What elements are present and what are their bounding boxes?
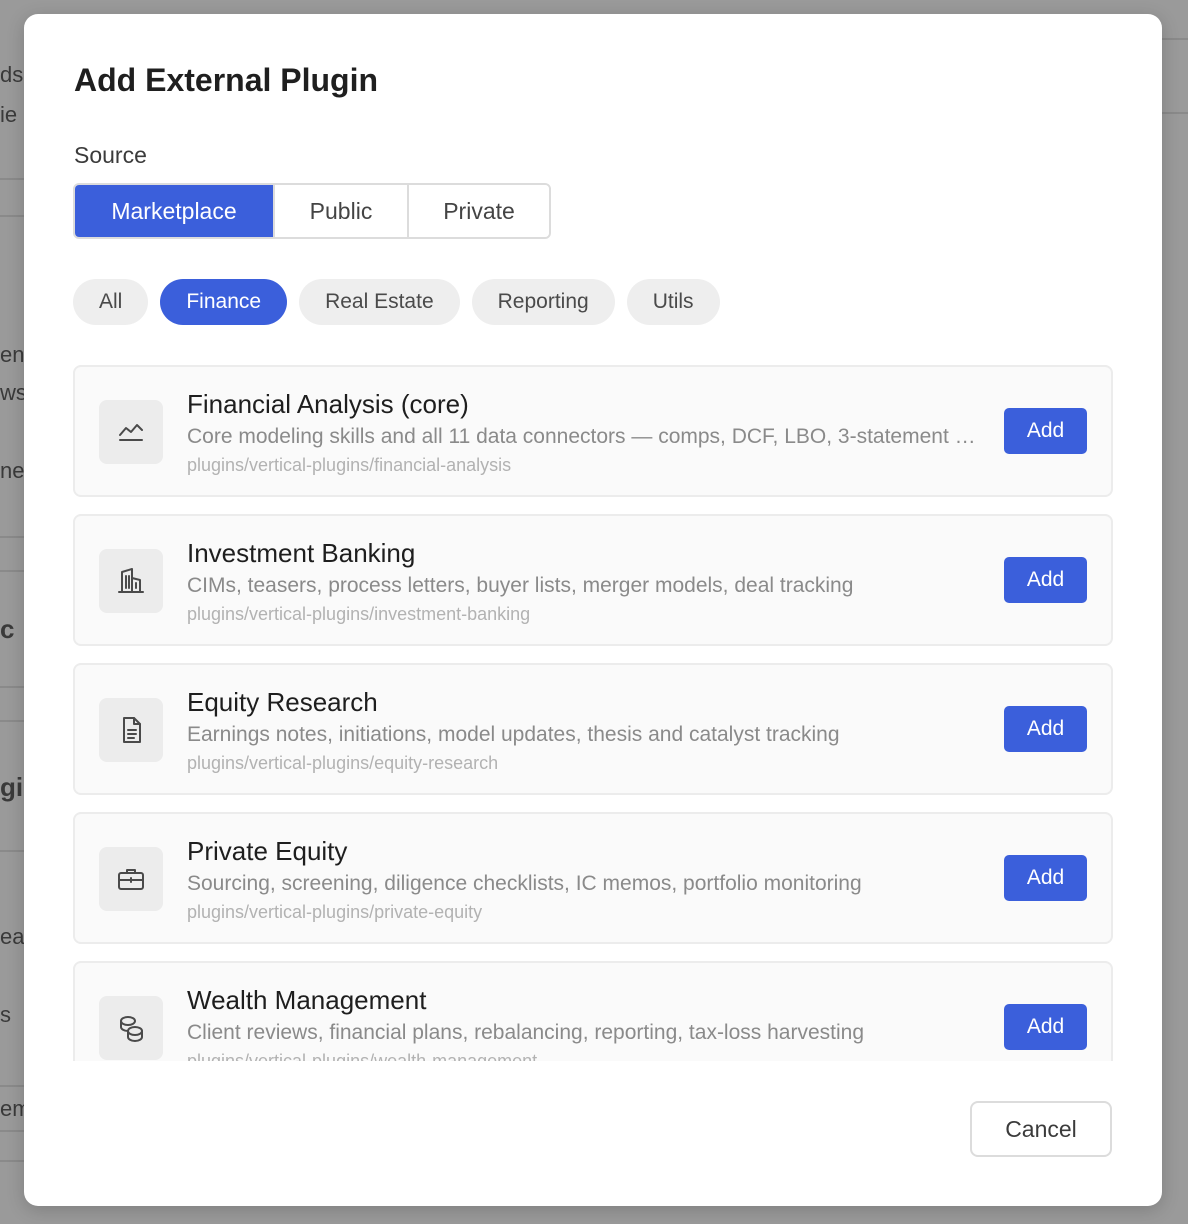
cancel-button[interactable]: Cancel xyxy=(970,1101,1112,1157)
background-text: ie xyxy=(0,102,18,127)
background-text: s xyxy=(0,1002,11,1027)
plugin-list[interactable]: Financial Analysis (core) Core modeling … xyxy=(73,365,1113,1061)
source-tab-public[interactable]: Public xyxy=(273,185,407,237)
building-icon xyxy=(99,549,163,613)
background-text: c xyxy=(0,614,15,644)
coins-icon xyxy=(99,996,163,1060)
source-label: Source xyxy=(74,142,147,168)
filter-utils[interactable]: Utils xyxy=(626,279,720,325)
background-text: ds xyxy=(0,62,24,87)
add-plugin-dialog: Add External Plugin Source Marketplace P… xyxy=(24,14,1162,1206)
add-button[interactable]: Add xyxy=(1004,557,1087,603)
plugin-name: Investment Banking xyxy=(187,538,416,568)
filter-reporting[interactable]: Reporting xyxy=(471,279,615,325)
plugin-description: Core modeling skills and all 11 data con… xyxy=(187,425,987,448)
background-divider xyxy=(1158,38,1188,40)
source-segmented-control: Marketplace Public Private xyxy=(73,183,551,239)
plugin-name: Equity Research xyxy=(187,687,378,717)
plugin-name: Wealth Management xyxy=(187,985,427,1015)
plugin-card-equity-research: Equity Research Earnings notes, initiati… xyxy=(73,663,1113,795)
plugin-description: Client reviews, financial plans, rebalan… xyxy=(187,1021,865,1044)
line-chart-icon xyxy=(99,400,163,464)
add-button[interactable]: Add xyxy=(1004,1004,1087,1050)
category-filters: All Finance Real Estate Reporting Utils xyxy=(73,279,720,325)
source-tab-private[interactable]: Private xyxy=(407,185,549,237)
plugin-path: plugins/vertical-plugins/private-equity xyxy=(187,902,483,922)
plugin-card-wealth-management: Wealth Management Client reviews, financ… xyxy=(73,961,1113,1061)
filter-real-estate[interactable]: Real Estate xyxy=(299,279,460,325)
filter-finance[interactable]: Finance xyxy=(160,279,288,325)
background-text: gi xyxy=(0,772,24,802)
add-button[interactable]: Add xyxy=(1004,408,1087,454)
background-text: en xyxy=(0,342,25,367)
background-text: ws xyxy=(0,380,27,405)
plugin-card-financial-analysis: Financial Analysis (core) Core modeling … xyxy=(73,365,1113,497)
filter-all[interactable]: All xyxy=(73,279,149,325)
plugin-card-private-equity: Private Equity Sourcing, screening, dili… xyxy=(73,812,1113,944)
add-button[interactable]: Add xyxy=(1004,706,1087,752)
plugin-card-investment-banking: Investment Banking CIMs, teasers, proces… xyxy=(73,514,1113,646)
plugin-name: Financial Analysis (core) xyxy=(187,389,469,419)
plugin-description: Earnings notes, initiations, model updat… xyxy=(187,723,840,746)
plugin-path: plugins/vertical-plugins/financial-analy… xyxy=(187,455,512,475)
plugin-path: plugins/vertical-plugins/wealth-manageme… xyxy=(187,1051,538,1061)
briefcase-icon xyxy=(99,847,163,911)
source-tab-marketplace[interactable]: Marketplace xyxy=(75,185,273,237)
plugin-description: Sourcing, screening, diligence checklist… xyxy=(187,872,862,895)
plugin-name: Private Equity xyxy=(187,836,348,866)
document-icon xyxy=(99,698,163,762)
background-text: ne xyxy=(0,458,25,483)
add-button[interactable]: Add xyxy=(1004,855,1087,901)
plugin-description: CIMs, teasers, process letters, buyer li… xyxy=(187,574,854,597)
background-text: ea xyxy=(0,924,25,949)
dialog-title: Add External Plugin xyxy=(74,62,379,98)
plugin-path: plugins/vertical-plugins/investment-bank… xyxy=(187,604,531,624)
background-divider xyxy=(1158,112,1188,114)
plugin-path: plugins/vertical-plugins/equity-research xyxy=(187,753,499,773)
